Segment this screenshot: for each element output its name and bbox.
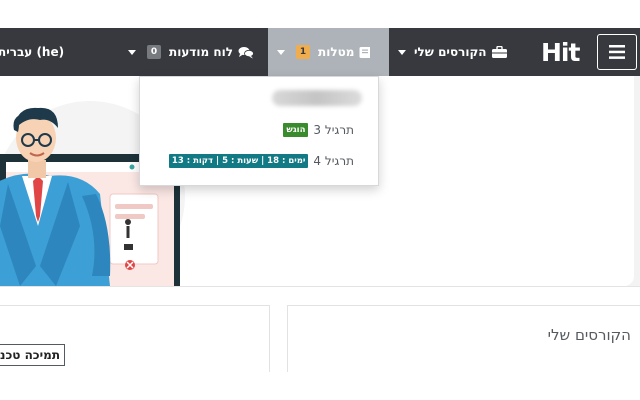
menu-toggle-button[interactable] xyxy=(597,34,637,70)
section-divider xyxy=(0,286,640,287)
nav-my-courses-label: הקורסים שלי xyxy=(414,45,487,59)
task-title: תרגיל 4 xyxy=(313,154,354,168)
support-label: תמיכה טכנ xyxy=(0,348,61,362)
tasks-count-badge: 1 xyxy=(296,45,310,59)
briefcase-icon xyxy=(491,46,507,58)
task-item[interactable]: תרגיל 3 הוגש xyxy=(283,123,354,137)
my-courses-title: הקורסים שלי xyxy=(547,326,631,344)
chevron-down-icon xyxy=(128,49,136,55)
site-logo[interactable]: Hit xyxy=(541,37,580,67)
book-icon xyxy=(359,46,371,58)
nav-my-courses[interactable]: הקורסים שלי xyxy=(398,28,507,76)
nav-language-label: עברית (he) xyxy=(0,45,65,59)
blurred-course-name xyxy=(272,90,362,106)
chevron-down-icon xyxy=(277,49,285,55)
status-badge: הוגש xyxy=(283,123,309,137)
chevron-down-icon xyxy=(398,49,406,55)
bottom-blank xyxy=(0,372,640,400)
top-blank xyxy=(0,0,640,28)
top-navbar: Hit הקורסים שלי 1 מטלות 0 לוח מודעות עבר… xyxy=(0,28,640,76)
comments-icon xyxy=(238,46,254,58)
nav-language-menu[interactable]: עברית (he) xyxy=(0,28,64,76)
tasks-dropdown: תרגיל 3 הוגש תרגיל 4 ימים : 18 | שעות : … xyxy=(139,76,379,186)
countdown-badge: ימים : 18 | שעות : 5 | דקות : 13 xyxy=(168,154,309,168)
support-button[interactable]: תמיכה טכנ xyxy=(0,344,66,366)
nav-notifications[interactable]: 0 לוח מודעות xyxy=(128,28,254,76)
nav-tasks-label: מטלות xyxy=(318,45,355,59)
notifications-count-badge: 0 xyxy=(147,45,161,59)
task-title: תרגיל 3 xyxy=(313,123,354,137)
task-item[interactable]: תרגיל 4 ימים : 18 | שעות : 5 | דקות : 13 xyxy=(168,154,354,168)
hamburger-icon xyxy=(609,45,625,59)
nav-notifications-label: לוח מודעות xyxy=(169,45,233,59)
logo-text: Hit xyxy=(541,37,580,67)
nav-tasks-content[interactable]: 1 מטלות xyxy=(277,28,372,76)
page: Hit הקורסים שלי 1 מטלות 0 לוח מודעות עבר… xyxy=(0,0,640,400)
